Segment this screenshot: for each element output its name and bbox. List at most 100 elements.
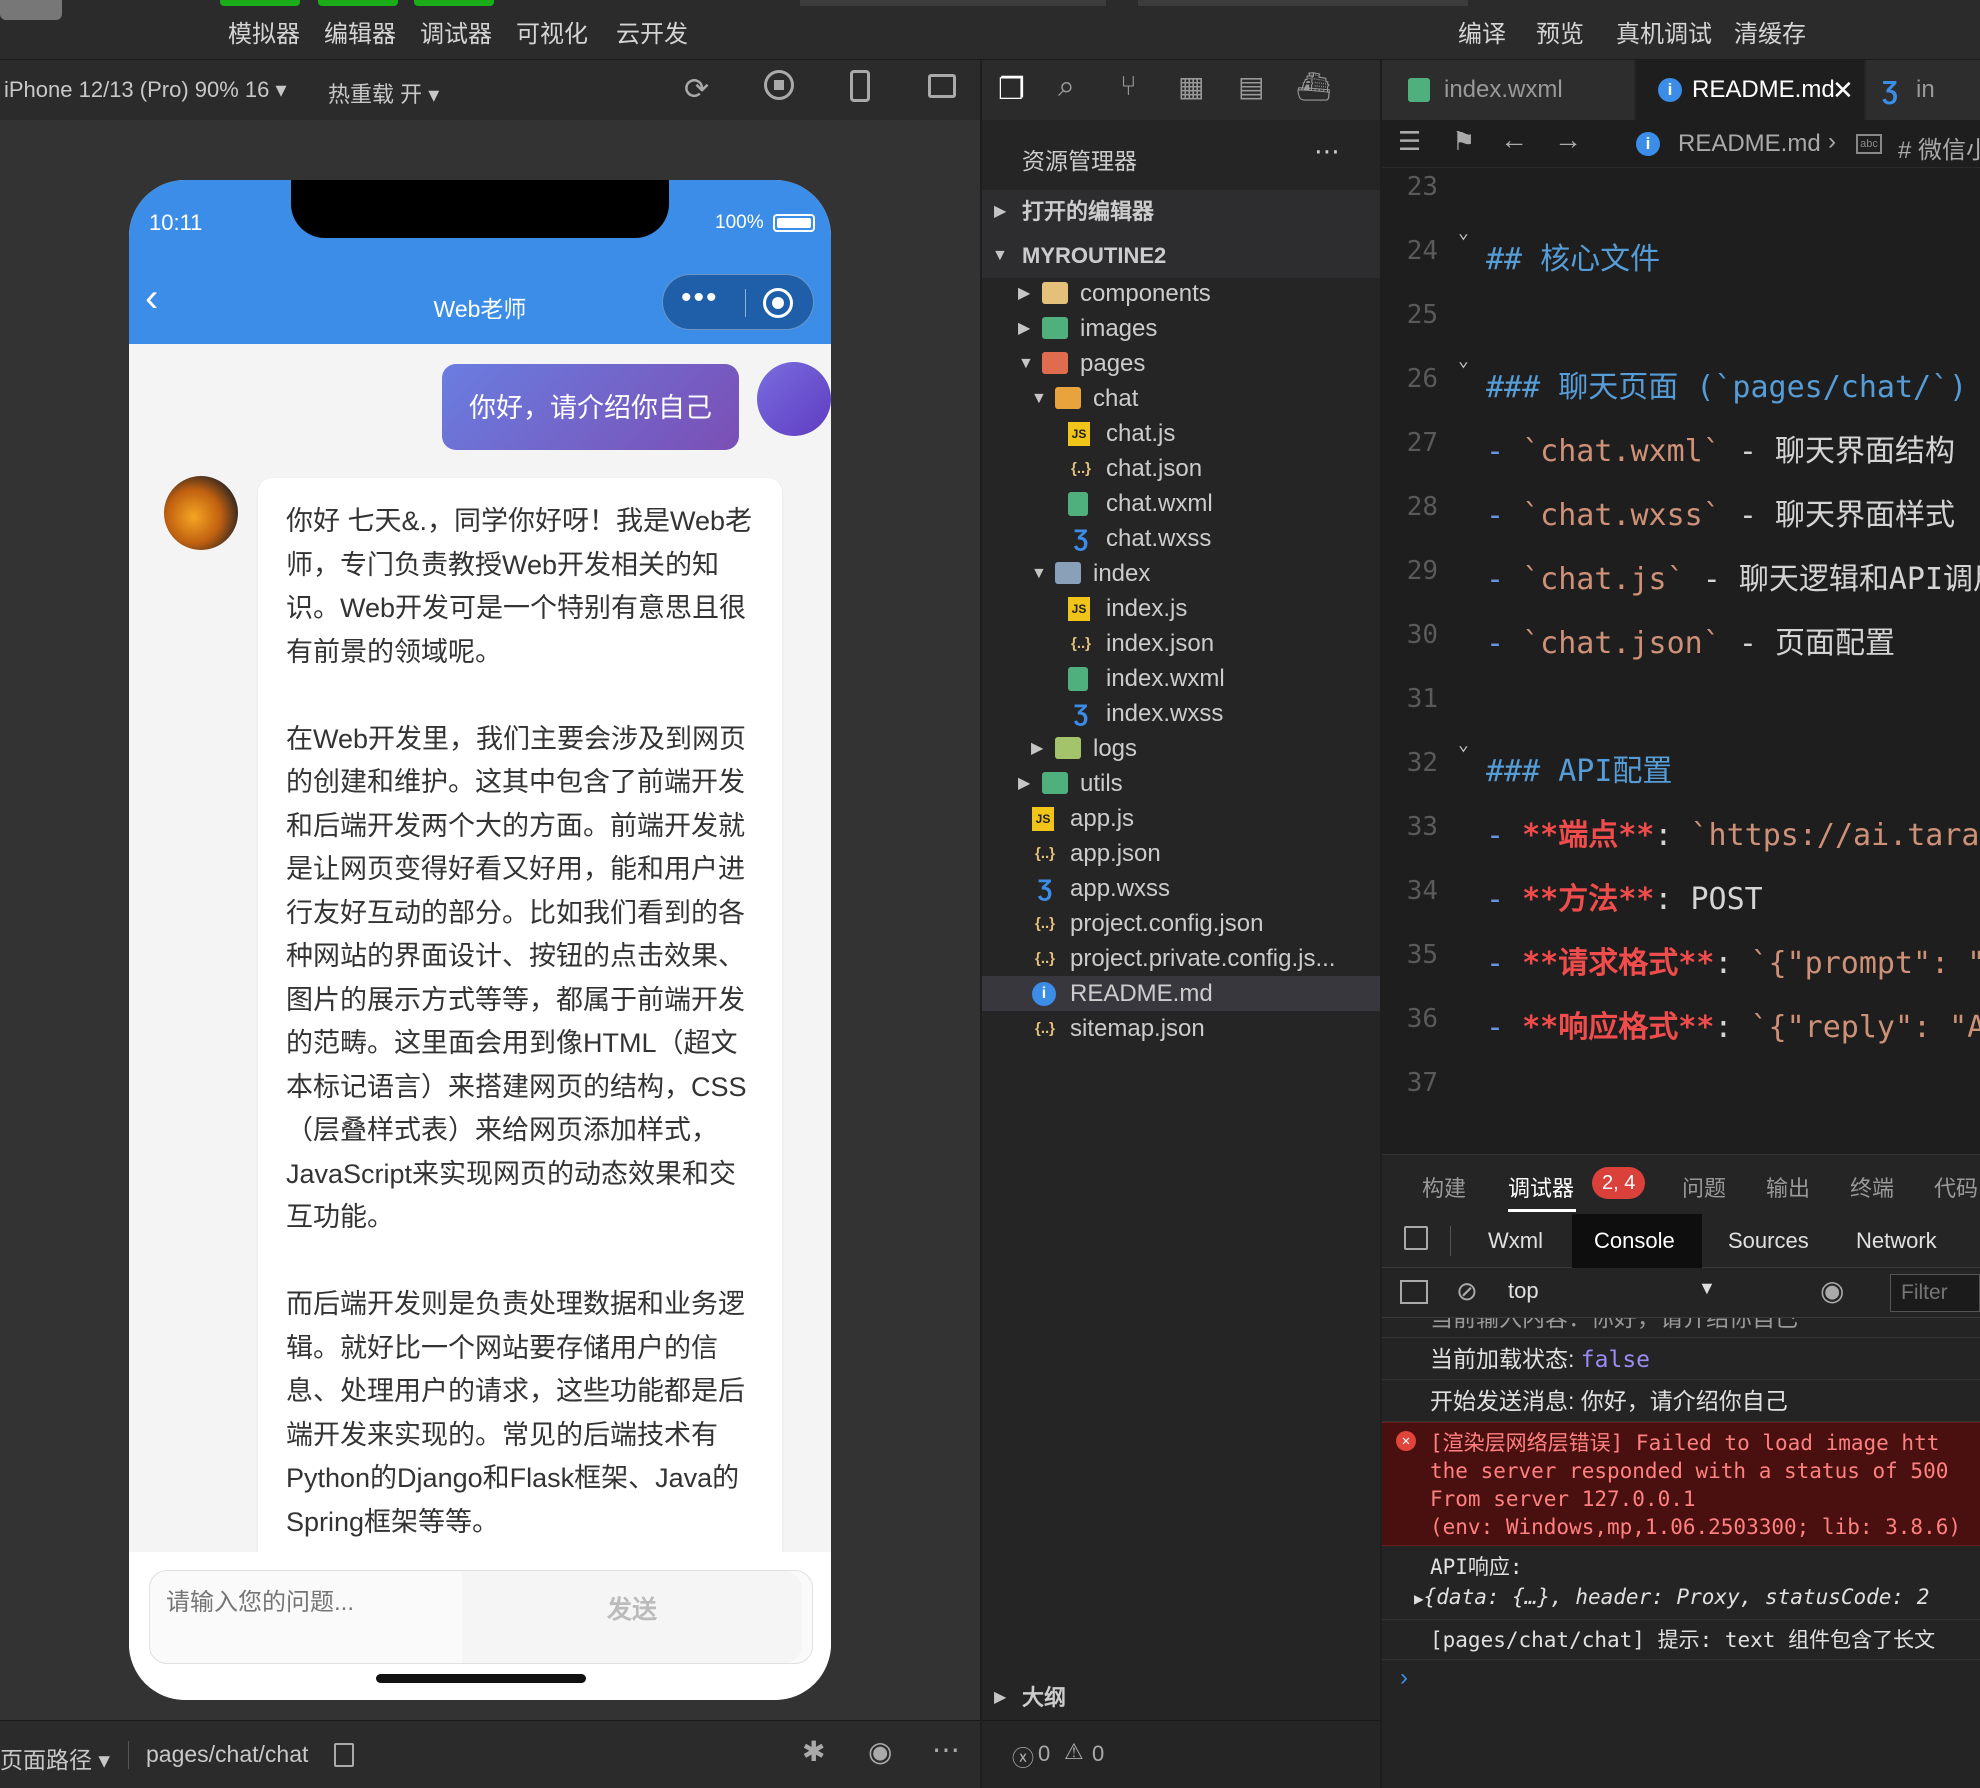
fold-chevron-icon[interactable]: ⌄ bbox=[1458, 222, 1469, 243]
line-number: 35 bbox=[1406, 940, 1438, 970]
tree-item[interactable]: ▼ pages bbox=[982, 346, 1380, 381]
close-mini-icon[interactable] bbox=[763, 288, 793, 318]
clear-console-icon[interactable]: ⊘ bbox=[1456, 1276, 1478, 1307]
tab-debugger[interactable]: 调试器 bbox=[1508, 1171, 1574, 1203]
tree-item[interactable]: index.wxml bbox=[982, 661, 1380, 696]
hot-reload-toggle[interactable]: 热重载 开 ▾ bbox=[328, 77, 439, 109]
back-arrow-icon[interactable]: ← bbox=[1500, 124, 1528, 156]
window-icon[interactable] bbox=[928, 74, 956, 98]
console-prompt-icon[interactable]: › bbox=[1400, 1664, 1408, 1692]
code-token: : bbox=[1654, 818, 1691, 853]
tree-item[interactable]: {..} chat.json bbox=[982, 451, 1380, 486]
tab-network[interactable]: Network bbox=[1856, 1228, 1937, 1254]
tree-item[interactable]: chat.wxml bbox=[982, 486, 1380, 521]
extensions-icon[interactable]: ▦ bbox=[1178, 70, 1204, 103]
tab-wxml[interactable]: Wxml bbox=[1488, 1228, 1543, 1254]
send-button[interactable]: 发送 bbox=[462, 1571, 802, 1663]
tab-console[interactable]: Console bbox=[1594, 1228, 1675, 1254]
close-icon[interactable]: ✕ bbox=[1832, 60, 1854, 120]
json-file-icon: {..} bbox=[1034, 845, 1055, 862]
breadcrumb-section[interactable]: # 微信小 bbox=[1898, 130, 1980, 165]
inspect-icon[interactable] bbox=[1404, 1226, 1428, 1250]
chat-body[interactable]: 你好，请介绍你自己 你好 七天&.，同学你好呀！我是Web老师，专门负责教授We… bbox=[129, 344, 831, 1552]
user-avatar[interactable] bbox=[0, 0, 62, 20]
sidebar-toggle-icon[interactable] bbox=[1400, 1280, 1428, 1304]
source-control-icon[interactable]: ⑂ bbox=[1120, 70, 1137, 102]
compile-button[interactable]: 编译 bbox=[1458, 14, 1506, 49]
compile-select[interactable] bbox=[1138, 0, 1468, 6]
tab-problems[interactable]: 问题 bbox=[1682, 1171, 1726, 1203]
tree-item[interactable]: {..} project.private.config.js... bbox=[982, 941, 1380, 976]
tab-output[interactable]: 输出 bbox=[1766, 1171, 1810, 1203]
context-select[interactable]: top ▼ bbox=[1508, 1278, 1720, 1308]
bug-icon[interactable]: ✱ bbox=[802, 1735, 825, 1768]
copy-icon[interactable] bbox=[334, 1743, 354, 1767]
search-icon[interactable]: ⌕ bbox=[1058, 70, 1075, 104]
breadcrumb-file[interactable]: README.md bbox=[1678, 130, 1821, 158]
tab-editor[interactable]: 编辑器 bbox=[324, 14, 396, 49]
tab-debugger[interactable]: 调试器 bbox=[420, 14, 492, 49]
eye-icon[interactable]: ◉ bbox=[868, 1735, 892, 1768]
tree-item[interactable]: ▶ logs bbox=[982, 731, 1380, 766]
more-icon[interactable]: ••• bbox=[681, 281, 719, 315]
tab-simulator[interactable]: 模拟器 bbox=[228, 14, 300, 49]
chevron-right-icon: ▶ bbox=[1018, 775, 1031, 792]
explorer-icon[interactable]: ❐ bbox=[998, 72, 1025, 107]
tree-item[interactable]: {..} index.json bbox=[982, 626, 1380, 661]
console-output[interactable]: 当前输入内容：你好，请介绍你自己 当前加载状态: false 开始发送消息: 你… bbox=[1382, 1318, 1980, 1720]
error-count[interactable]: 0 bbox=[1038, 1741, 1050, 1767]
tree-item[interactable]: ▶ components bbox=[982, 276, 1380, 311]
tree-item[interactable]: JS index.js bbox=[982, 591, 1380, 626]
tab-index-wxml[interactable]: index.wxml bbox=[1382, 60, 1634, 120]
tree-item[interactable]: ▼ chat bbox=[982, 381, 1380, 416]
real-device-debug-button[interactable]: 真机调试 bbox=[1616, 14, 1712, 49]
tab-visual[interactable]: 可视化 bbox=[516, 14, 588, 49]
tree-item[interactable]: JS chat.js bbox=[982, 416, 1380, 451]
explorer-more-icon[interactable]: ⋯ bbox=[1314, 136, 1340, 167]
tab-build[interactable]: 构建 bbox=[1422, 1171, 1466, 1203]
project-section[interactable]: ▼ MYROUTINE2 bbox=[982, 234, 1380, 278]
tree-item[interactable]: Ʒapp.wxss bbox=[982, 871, 1380, 906]
clear-cache-button[interactable]: 清缓存 bbox=[1734, 14, 1806, 49]
tab-sources[interactable]: Sources bbox=[1728, 1228, 1809, 1254]
fold-chevron-icon[interactable]: ⌄ bbox=[1458, 350, 1469, 371]
tab-terminal[interactable]: 终端 bbox=[1850, 1171, 1894, 1203]
tab-other[interactable]: Ʒ in bbox=[1866, 60, 1980, 120]
fold-chevron-icon[interactable]: ⌄ bbox=[1458, 734, 1469, 755]
tree-item[interactable]: Ʒindex.wxss bbox=[982, 696, 1380, 731]
tree-item[interactable]: ▼ index bbox=[982, 556, 1380, 591]
phone-icon[interactable] bbox=[850, 70, 870, 102]
code-token: : bbox=[1714, 946, 1751, 981]
forward-arrow-icon[interactable]: → bbox=[1554, 124, 1582, 156]
tab-code[interactable]: 代码 bbox=[1934, 1171, 1978, 1203]
tab-cloud[interactable]: 云开发 bbox=[616, 14, 688, 49]
tree-item[interactable]: ▶ images bbox=[982, 311, 1380, 346]
tree-item[interactable]: {..} project.config.json bbox=[982, 906, 1380, 941]
page-path-select[interactable]: 页面路径 ▾ bbox=[0, 1741, 110, 1775]
warning-count[interactable]: 0 bbox=[1092, 1741, 1104, 1767]
docker-icon[interactable]: ⛴ bbox=[1296, 70, 1332, 103]
more-options-icon[interactable]: ⋯ bbox=[932, 1733, 960, 1766]
mode-select[interactable] bbox=[800, 0, 1106, 6]
tab-readme[interactable]: i README.md ✕ bbox=[1636, 60, 1864, 120]
open-editors-section[interactable]: ▶ 打开的编辑器 bbox=[982, 190, 1380, 234]
outline-section[interactable]: ▶ 大纲 bbox=[982, 1676, 1380, 1720]
eye-icon[interactable]: ◉ bbox=[1820, 1274, 1844, 1307]
code-editor[interactable]: 23 24 ⌄ ## 核心文件 25 26 ⌄ ### 聊天页面 (`pages/chat/`… bbox=[1382, 168, 1980, 1154]
tree-item[interactable]: i README.md bbox=[982, 976, 1380, 1011]
storage-icon[interactable]: ▤ bbox=[1238, 70, 1264, 103]
tree-item[interactable]: JS app.js bbox=[982, 801, 1380, 836]
user-message-text: 你好，请介绍你自己 bbox=[469, 393, 712, 423]
tree-item[interactable]: Ʒchat.wxss bbox=[982, 521, 1380, 556]
tree-item[interactable]: {..} sitemap.json bbox=[982, 1011, 1380, 1046]
list-icon[interactable]: ☰ bbox=[1398, 126, 1421, 157]
stop-icon[interactable] bbox=[764, 70, 794, 100]
refresh-icon[interactable]: ⟳ bbox=[684, 72, 709, 107]
api-object[interactable]: ▶{data: {…}, header: Proxy, statusCode: … bbox=[1414, 1582, 1980, 1614]
device-select[interactable]: iPhone 12/13 (Pro) 90% 16 ▾ bbox=[4, 77, 287, 103]
tree-item[interactable]: ▶ utils bbox=[982, 766, 1380, 801]
filter-input[interactable] bbox=[1890, 1274, 1980, 1312]
preview-button[interactable]: 预览 bbox=[1536, 14, 1584, 49]
bookmark-icon[interactable]: ⚑ bbox=[1452, 126, 1475, 157]
tree-item[interactable]: {..} app.json bbox=[982, 836, 1380, 871]
